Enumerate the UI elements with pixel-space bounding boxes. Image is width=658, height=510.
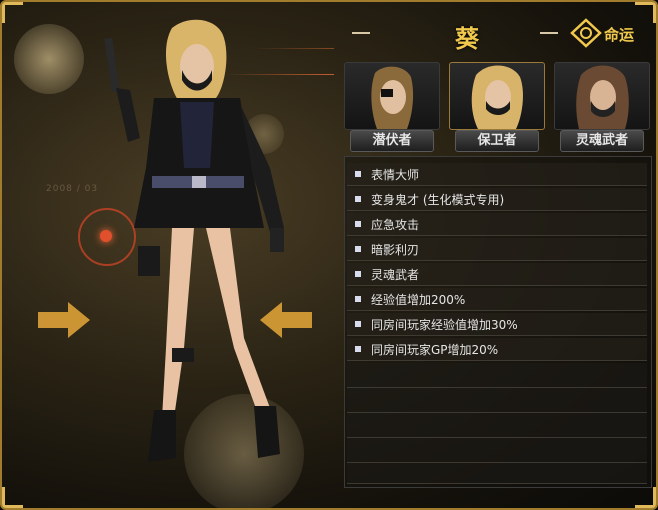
portrait-card-soul-warrior[interactable]: 灵魂武者	[554, 62, 650, 152]
avatar	[471, 65, 523, 129]
title-dash	[352, 32, 370, 34]
bullet-icon	[355, 196, 361, 202]
empty-slot	[347, 413, 647, 438]
portrait-label: 保卫者	[455, 130, 539, 152]
list-item: 灵魂武者	[347, 263, 647, 286]
title-dash	[540, 32, 558, 34]
skill-label: 表情大师	[371, 168, 420, 182]
bullet-icon	[355, 346, 361, 352]
empty-slot	[347, 438, 647, 463]
skill-label: 暗影利刃	[371, 243, 420, 257]
avatar	[371, 66, 414, 129]
skill-label: 应急攻击	[371, 218, 420, 232]
avatar	[576, 65, 629, 129]
portrait-image	[554, 62, 650, 130]
list-item: 变身鬼才 (生化模式专用)	[347, 188, 647, 211]
frame-corner	[635, 487, 656, 508]
hud-decoration: 2008 / 03	[46, 184, 99, 194]
portrait-label: 灵魂武者	[560, 130, 644, 152]
skill-label: 同房间玩家GP增加20%	[371, 343, 499, 357]
empty-slot	[347, 388, 647, 413]
skill-label: 经验值增加200%	[371, 293, 466, 307]
bullet-icon	[355, 271, 361, 277]
skill-list: 表情大师 变身鬼才 (生化模式专用) 应急攻击 暗影利刃 灵魂武者 经验值增加2…	[344, 156, 652, 488]
portrait-card-infiltrator[interactable]: 潜伏者	[344, 62, 440, 152]
empty-slot	[347, 463, 647, 484]
fate-badge: 命运	[568, 16, 650, 50]
list-item: 应急攻击	[347, 213, 647, 236]
character-window: 2008 / 03 葵 命运 潜伏者 保卫者 灵魂武者 表情大师 变身鬼才 (生…	[0, 0, 658, 510]
list-item: 暗影利刃	[347, 238, 647, 261]
portrait-label: 潜伏者	[350, 130, 434, 152]
bullet-icon	[355, 221, 361, 227]
list-item: 表情大师	[347, 163, 647, 186]
skill-label: 同房间玩家经验值增加30%	[371, 318, 518, 332]
character-name: 葵	[455, 25, 479, 53]
portrait-image	[449, 62, 545, 130]
empty-slot	[347, 363, 647, 388]
bullet-icon	[355, 321, 361, 327]
list-item: 经验值增加200%	[347, 288, 647, 311]
light-bokeh	[14, 24, 84, 94]
character-stage: 2008 / 03	[4, 4, 340, 508]
list-item: 同房间玩家GP增加20%	[347, 338, 647, 361]
bullet-icon	[355, 296, 361, 302]
arrow-right-icon[interactable]	[34, 300, 92, 340]
character-model	[104, 19, 284, 462]
fate-emblem-icon	[570, 18, 602, 48]
skill-label: 变身鬼才 (生化模式专用)	[371, 193, 505, 207]
fate-label: 命运	[604, 26, 635, 44]
portrait-image	[344, 62, 440, 130]
arrow-left-icon[interactable]	[258, 300, 316, 340]
list-item: 同房间玩家经验值增加30%	[347, 313, 647, 336]
bullet-icon	[355, 246, 361, 252]
skill-label: 灵魂武者	[371, 268, 420, 282]
portrait-card-defender[interactable]: 保卫者	[449, 62, 545, 152]
title-bar: 葵 命运	[344, 16, 650, 53]
bullet-icon	[355, 171, 361, 177]
